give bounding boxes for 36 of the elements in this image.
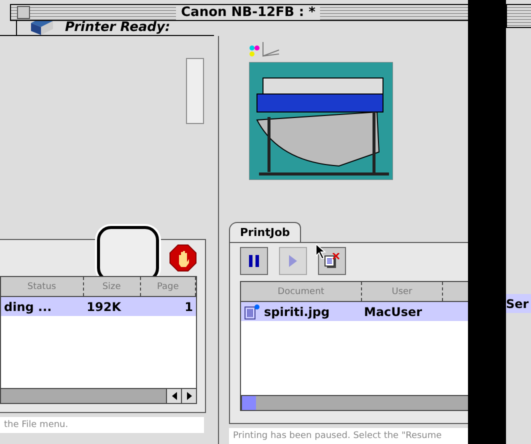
printer-status: Printer Ready: (65, 21, 170, 35)
scroll-right-button[interactable] (181, 389, 196, 403)
table-cell-text: MacUser (363, 304, 424, 318)
play-icon (289, 255, 297, 267)
stop-hand-icon[interactable] (169, 244, 197, 272)
mouse-pointer-icon (316, 244, 326, 259)
scroll-bar[interactable] (186, 58, 204, 124)
pause-button[interactable] (240, 247, 268, 275)
right-arrow-icon (186, 392, 192, 400)
column-header[interactable]: Status (1, 277, 84, 296)
status-message: the File menu. (0, 417, 204, 433)
close-box[interactable] (17, 6, 30, 19)
title-bar (506, 4, 531, 28)
column-header[interactable]: User (362, 282, 443, 301)
queue-row[interactable]: ding ... 192K 1 (1, 297, 196, 316)
pause-icon (249, 255, 259, 267)
column-header[interactable]: Document (241, 282, 362, 301)
column-header[interactable]: Size (84, 277, 141, 296)
status-message: Printing has been paused. Select the "Resume (229, 428, 468, 444)
document-name: spiriti.jpg (264, 304, 330, 318)
delete-document-icon (324, 253, 340, 269)
printjob-tab[interactable]: PrintJob (229, 222, 301, 242)
table-cell-text: 192K (86, 300, 122, 314)
column-header[interactable]: Page (140, 277, 196, 296)
delete-button[interactable] (318, 247, 346, 275)
printjob-row[interactable]: spiriti.jpg MacUser (241, 302, 468, 321)
table-cell-text: ding ... (3, 300, 53, 314)
document-icon (244, 304, 260, 320)
scroll-left-button[interactable] (166, 389, 181, 403)
table-cell-text: 1 (184, 300, 194, 314)
left-arrow-icon (172, 392, 176, 400)
scroll-thumb[interactable] (241, 396, 256, 410)
window-title: Canon NB-12FB : * (176, 5, 320, 20)
ink-drops-icon (249, 42, 281, 58)
book-icon (29, 21, 55, 35)
table-cell: Ser (506, 294, 531, 313)
